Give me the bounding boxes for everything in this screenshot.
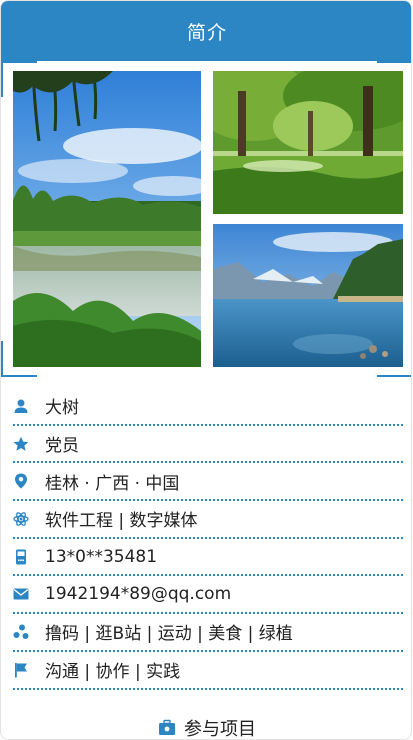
location-row: 桂林 · 广西 · 中国 bbox=[13, 463, 403, 502]
skills-text: 沟通 | 协作 | 实践 bbox=[45, 662, 181, 683]
atom-icon bbox=[13, 511, 29, 527]
major-text: 软件工程 | 数字媒体 bbox=[45, 511, 198, 532]
projects-button[interactable]: 参与项目 bbox=[1, 715, 411, 740]
phone-row[interactable]: 13*0**35481 bbox=[13, 539, 403, 577]
skills-row: 沟通 | 协作 | 实践 bbox=[13, 652, 403, 690]
status-row: 党员 bbox=[13, 426, 403, 464]
major-row: 软件工程 | 数字媒体 bbox=[13, 501, 403, 539]
name-text: 大树 bbox=[45, 398, 79, 419]
hobby-dots-icon bbox=[13, 624, 29, 640]
location-text: 桂林 · 广西 · 中国 bbox=[45, 473, 180, 494]
hobbies-row: 撸码 | 逛B站 | 运动 | 美食 | 绿植 bbox=[13, 614, 403, 652]
location-pin-icon bbox=[13, 473, 29, 489]
status-text: 党员 bbox=[45, 436, 79, 457]
page-title: 简介 bbox=[186, 21, 227, 44]
star-icon bbox=[13, 436, 29, 452]
green-forest-photo[interactable] bbox=[213, 71, 403, 214]
mail-icon bbox=[13, 586, 29, 602]
flag-icon bbox=[13, 662, 29, 678]
profile-info-list: 大树 党员 桂林 · 广西 · 中国 软件工程 | 数字媒体 13*0**354 bbox=[13, 388, 403, 690]
profile-card: 简介 大树 党员 桂林 · 广西 · 中国 软件工程 | 数字媒体 13*0**… bbox=[0, 0, 412, 740]
phone-icon bbox=[13, 549, 29, 565]
person-icon bbox=[13, 398, 29, 414]
project-icon bbox=[158, 719, 176, 737]
email-row[interactable]: 1942194*89@qq.com bbox=[13, 576, 403, 615]
photo-gallery bbox=[1, 61, 411, 377]
phone-text: 13*0**35481 bbox=[45, 546, 158, 567]
name-row: 大树 bbox=[13, 388, 403, 426]
email-text: 1942194*89@qq.com bbox=[45, 584, 232, 605]
hobbies-text: 撸码 | 逛B站 | 运动 | 美食 | 绿植 bbox=[45, 624, 293, 645]
lake-with-willow-photo[interactable] bbox=[13, 71, 201, 367]
projects-label: 参与项目 bbox=[184, 719, 256, 740]
mountain-lake-photo[interactable] bbox=[213, 224, 403, 367]
header-bar: 简介 bbox=[1, 1, 411, 61]
